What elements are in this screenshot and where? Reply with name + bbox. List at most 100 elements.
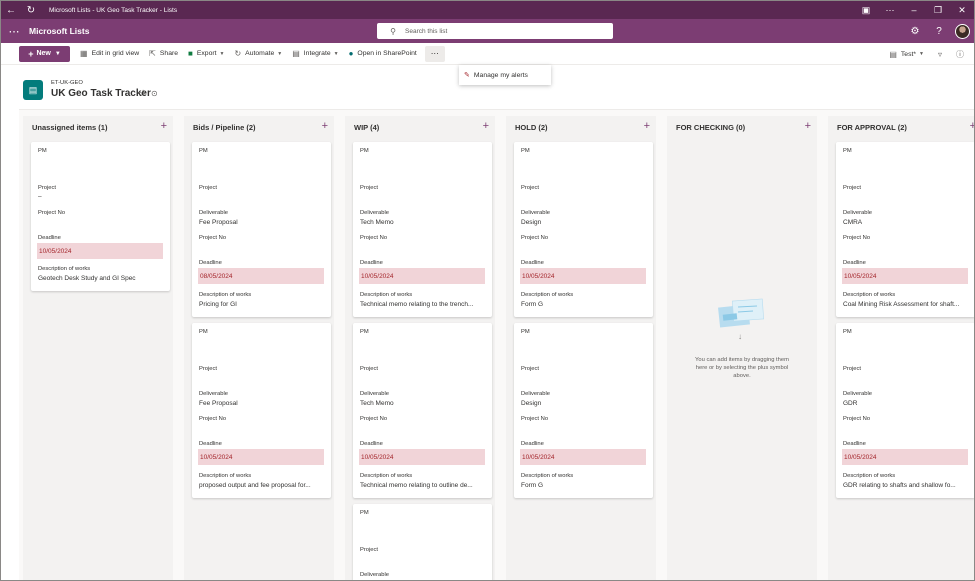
more-commands-button[interactable]: ⋯: [424, 45, 445, 62]
more-options-icon[interactable]: ⋯: [878, 1, 902, 19]
board-column-wip: WIP (4) + PM Project Deliverable Tech Me…: [345, 116, 495, 580]
board-column-bids-pipeline: Bids / Pipeline (2) + PM Project Deliver…: [184, 116, 334, 580]
task-card[interactable]: PM Project Deliverable Tech Memo Project…: [353, 323, 492, 498]
field-label-description: Description of works: [843, 292, 896, 298]
field-label-project: Project: [843, 366, 862, 372]
refresh-icon[interactable]: ↻: [21, 1, 41, 19]
field-label-project-no: Project No: [199, 416, 227, 422]
field-value-deliverable: CMRA: [843, 219, 863, 226]
column-title: FOR CHECKING (0): [676, 123, 746, 132]
grid-icon: ▦: [80, 49, 88, 58]
suite-bar: ⋯ Microsoft Lists ⚲ Search this list ⚙ ?: [1, 19, 974, 43]
field-value-description: Technical memo relating to outline de...: [360, 482, 473, 489]
field-label-project: Project: [199, 185, 218, 191]
integrate-label: Integrate: [303, 50, 331, 57]
add-item-plus-icon[interactable]: +: [644, 120, 650, 132]
field-label-deliverable: Deliverable: [199, 210, 228, 216]
task-card[interactable]: PM Project Deliverable CMRA Project No D…: [836, 142, 974, 317]
share-label: Share: [159, 50, 179, 57]
field-label-project-no: Project No: [843, 235, 871, 241]
close-button[interactable]: ✕: [950, 1, 974, 19]
field-value-description: Pricing for GI: [199, 301, 237, 308]
info-icon[interactable]: ⓘ: [956, 49, 964, 60]
command-bar: + New ▼ ▦ Edit in grid view ⇱ Share ■ Ex…: [1, 43, 974, 65]
field-label-pm: PM: [360, 510, 369, 516]
field-label-project-no: Project No: [843, 416, 871, 422]
field-value-description: Technical memo relating to the trench...: [360, 301, 474, 308]
app-launcher-icon[interactable]: ⋯: [1, 19, 27, 43]
view-switcher[interactable]: ▤ Test* ▼: [889, 50, 924, 59]
field-label-deadline: Deadline: [360, 441, 383, 447]
field-label-description: Description of works: [360, 473, 413, 479]
column-title: WIP (4): [354, 123, 380, 132]
search-input[interactable]: ⚲ Search this list: [377, 23, 613, 39]
add-item-plus-icon[interactable]: +: [970, 120, 974, 132]
task-card[interactable]: PM Project Deliverable Design Project No…: [514, 323, 653, 498]
minimize-button[interactable]: –: [902, 1, 926, 19]
automate-button[interactable]: ↻ Automate ▼: [234, 49, 282, 58]
restore-button[interactable]: ❐: [926, 1, 950, 19]
list-info-icon[interactable]: ⊙: [151, 89, 158, 98]
integrate-button[interactable]: ▤ Integrate ▼: [292, 49, 338, 58]
column-title: FOR APPROVAL (2): [837, 123, 907, 132]
column-title: Unassigned items (1): [32, 123, 108, 132]
view-name: Test*: [900, 50, 917, 58]
back-arrow-icon[interactable]: ←: [1, 1, 21, 19]
field-label-project: Project: [521, 185, 540, 191]
task-card[interactable]: PM Project Deliverable Design Project No…: [514, 142, 653, 317]
help-icon[interactable]: ?: [927, 19, 951, 43]
add-item-plus-icon[interactable]: +: [322, 120, 328, 132]
automate-icon: ↻: [234, 49, 242, 58]
site-name[interactable]: ET-UK-GEO: [51, 80, 83, 86]
task-card[interactable]: PM Project – Project No Deadline 10/05/2…: [31, 142, 170, 291]
manage-alerts-item[interactable]: Manage my alerts: [474, 72, 528, 79]
field-label-deadline: Deadline: [843, 260, 866, 266]
field-label-project: Project: [360, 185, 379, 191]
field-label-project-no: Project No: [199, 235, 227, 241]
add-item-plus-icon[interactable]: +: [161, 120, 167, 132]
field-label-pm: PM: [199, 148, 208, 154]
field-label-project: Project: [360, 366, 379, 372]
favorite-star-icon[interactable]: ☆: [139, 88, 147, 99]
settings-icon[interactable]: ⚙: [903, 19, 927, 43]
field-label-project-no: Project No: [360, 416, 388, 422]
deadline-value: 10/05/2024: [359, 449, 485, 465]
deadline-value: 10/05/2024: [198, 449, 324, 465]
field-label-pm: PM: [199, 329, 208, 335]
field-label-description: Description of works: [199, 473, 252, 479]
app-menu-icon[interactable]: ▣: [854, 1, 878, 19]
field-value-description: GDR relating to shafts and shallow fo...: [843, 482, 956, 489]
deadline-value: 10/05/2024: [359, 268, 485, 284]
add-item-plus-icon[interactable]: +: [483, 120, 489, 132]
window-title: Microsoft Lists - UK Geo Task Tracker - …: [49, 6, 178, 14]
automate-label: Automate: [245, 50, 275, 57]
filter-icon[interactable]: ▿: [938, 50, 942, 59]
export-button[interactable]: ■ Export ▼: [188, 49, 224, 58]
field-label-deliverable: Deliverable: [199, 391, 228, 397]
chevron-down-icon: ▼: [219, 50, 225, 57]
task-card[interactable]: PM Project Deliverable Tech Memo Project…: [353, 142, 492, 317]
chevron-down-icon: ▼: [333, 50, 339, 57]
board-view-icon: ▤: [889, 49, 897, 59]
edit-grid-button[interactable]: ▦ Edit in grid view: [80, 49, 139, 58]
field-label-deadline: Deadline: [843, 441, 866, 447]
field-label-project: Project: [199, 366, 218, 372]
open-sharepoint-label: Open in SharePoint: [357, 50, 417, 57]
app-name[interactable]: Microsoft Lists: [29, 26, 89, 36]
column-title: HOLD (2): [515, 123, 548, 132]
search-icon: ⚲: [390, 26, 396, 36]
add-item-plus-icon[interactable]: +: [805, 120, 811, 132]
open-sharepoint-button[interactable]: ● Open in SharePoint: [349, 49, 417, 58]
deadline-value: 10/05/2024: [37, 243, 163, 259]
task-card[interactable]: PM Project Deliverable Fee Proposal Proj…: [192, 323, 331, 498]
field-label-deadline: Deadline: [199, 260, 222, 266]
field-label-project-no: Project No: [38, 210, 66, 216]
avatar[interactable]: [955, 23, 970, 39]
task-card[interactable]: PM Project Deliverable: [353, 504, 492, 580]
field-value-description: Geotech Desk Study and GI Spec: [38, 275, 136, 282]
share-button[interactable]: ⇱ Share: [149, 49, 178, 58]
field-label-pm: PM: [360, 329, 369, 335]
new-button[interactable]: + New ▼: [19, 45, 70, 62]
task-card[interactable]: PM Project Deliverable Fee Proposal Proj…: [192, 142, 331, 317]
task-card[interactable]: PM Project Deliverable GDR Project No De…: [836, 323, 974, 498]
